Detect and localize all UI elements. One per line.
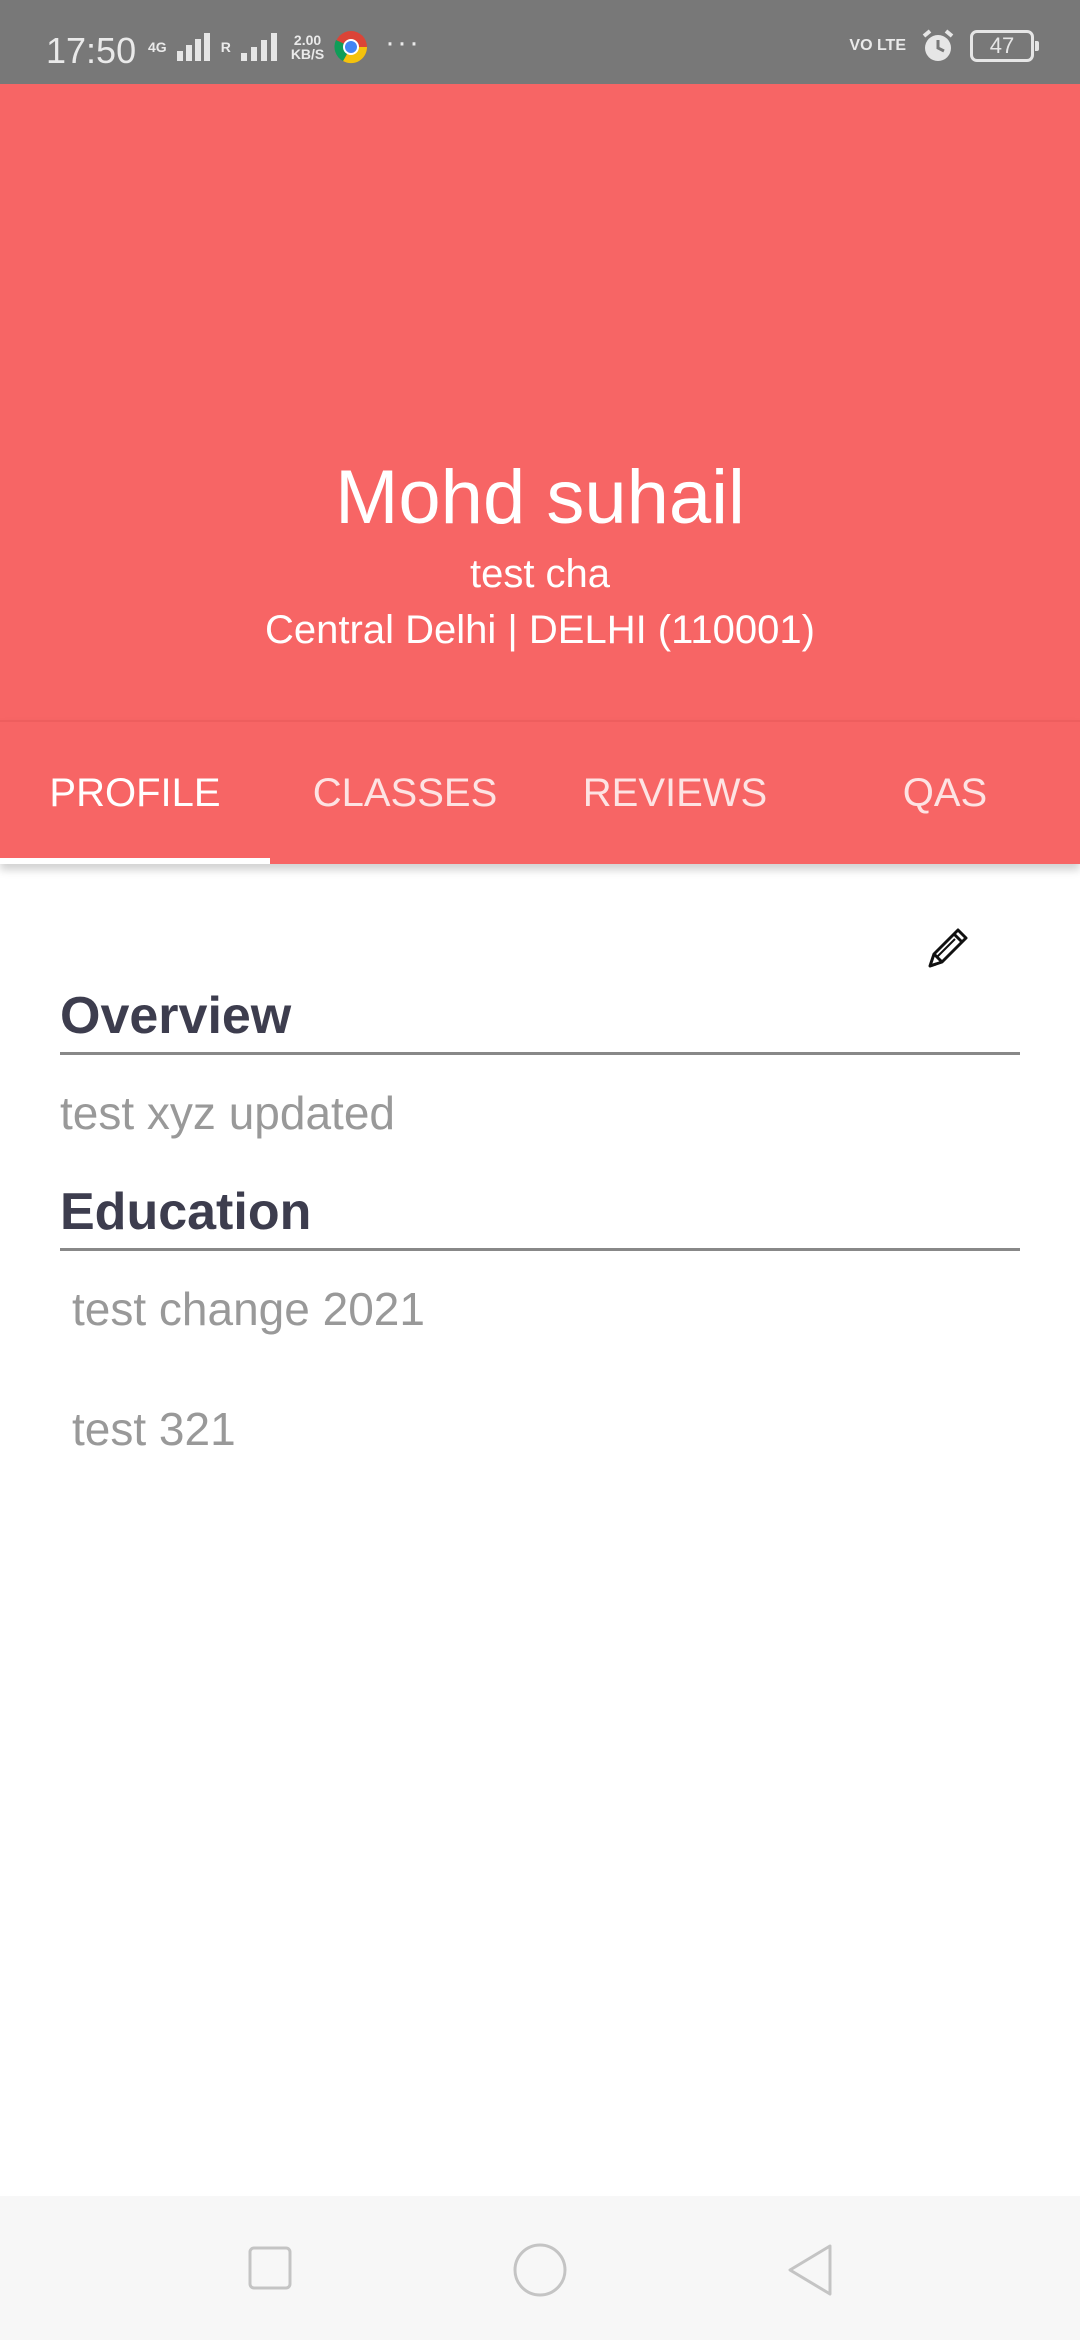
triangle-back-icon[interactable] xyxy=(786,2242,834,2298)
tab-profile[interactable]: PROFILE xyxy=(0,722,270,864)
roaming-label: R xyxy=(220,39,231,55)
status-left-icons: 4G R 2.00 KB/S xyxy=(148,30,368,64)
status-right-icons: VO LTE 47 xyxy=(849,28,1039,64)
status-bar: 17:50 4G R 2.00 KB/S ··· VO LTE 47 xyxy=(0,0,1080,84)
education-item: test 321 xyxy=(72,1403,236,1455)
status-time: 17:50 xyxy=(46,30,137,71)
tab-qas[interactable]: QAS xyxy=(810,722,1080,864)
square-icon[interactable] xyxy=(248,2246,292,2290)
profile-name: Mohd suhail xyxy=(335,455,745,540)
profile-header: Mohd suhail test cha Central Delhi | DEL… xyxy=(0,84,1080,720)
status-more-icon: ··· xyxy=(385,26,421,59)
alarm-icon xyxy=(922,29,954,61)
circle-icon[interactable] xyxy=(512,2242,568,2298)
profile-subtitle: test cha xyxy=(469,552,611,596)
tab-reviews[interactable]: REVIEWS xyxy=(540,722,810,864)
profile-location: Central Delhi | DELHI (110001) xyxy=(265,608,815,652)
network-speed-unit: KB/S xyxy=(290,46,325,62)
signal-icon xyxy=(176,33,210,61)
overview-heading: Overview xyxy=(60,986,1020,1055)
education-item: test change 2021 xyxy=(72,1283,425,1335)
network-type-label: 4G xyxy=(148,39,167,55)
system-nav-bar xyxy=(0,2196,1080,2340)
battery-indicator: 47 xyxy=(970,30,1039,62)
tab-bar: PROFILE CLASSES REVIEWS QAS xyxy=(0,720,1080,864)
signal-icon-2 xyxy=(240,33,277,61)
pencil-icon[interactable] xyxy=(922,922,974,974)
tab-classes[interactable]: CLASSES xyxy=(270,722,540,864)
chrome-icon xyxy=(334,31,368,64)
education-heading: Education xyxy=(60,1182,1020,1251)
overview-text: test xyz updated xyxy=(60,1087,395,1139)
network-speed: 2.00 KB/S xyxy=(291,33,324,61)
volte-icon: VO LTE xyxy=(849,37,906,54)
